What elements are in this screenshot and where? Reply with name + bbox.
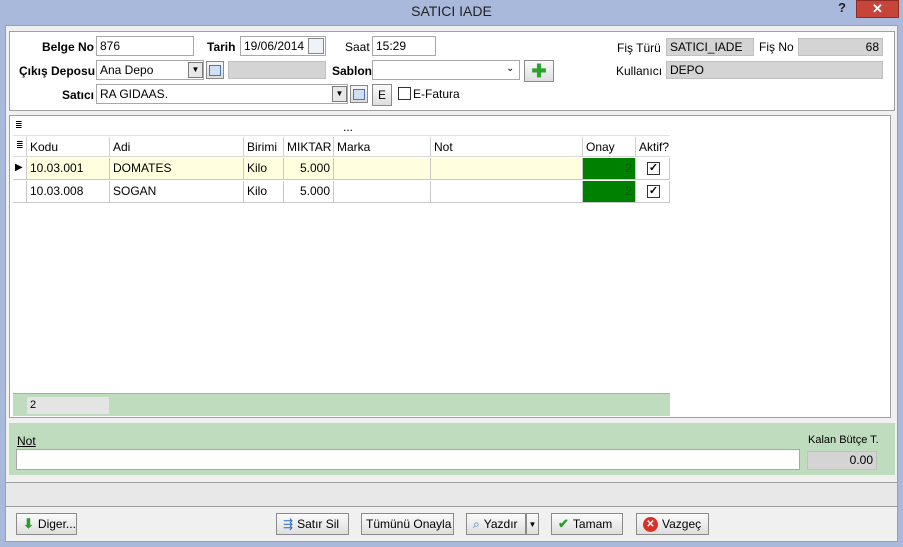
- print-preview-icon: ⌕: [473, 516, 480, 531]
- grid-footer: 2: [13, 393, 670, 416]
- kullanici-label: Kullanıcı: [616, 64, 663, 78]
- cell-onay[interactable]: 2: [583, 158, 636, 180]
- cikis-deposu-label: Çıkış Deposu: [19, 64, 96, 78]
- table-row[interactable]: 10.03.008 SOGAN Kilo 5.000 2 ✓: [13, 181, 670, 203]
- satici-select[interactable]: RA GIDAAS.: [96, 84, 348, 104]
- cikis-deposu-name: [228, 61, 326, 79]
- saat-input[interactable]: 15:29: [372, 36, 436, 56]
- cell-birimi[interactable]: Kilo: [244, 158, 284, 180]
- cell-marka[interactable]: [334, 158, 431, 180]
- column-birimi[interactable]: Birimi: [244, 137, 284, 157]
- cikis-deposu-lookup-icon[interactable]: [206, 61, 224, 79]
- cell-aktif[interactable]: ✓: [636, 181, 670, 203]
- sablon-chevron-down-icon[interactable]: ⌄: [506, 63, 514, 74]
- add-sablon-button[interactable]: ✚: [524, 60, 554, 82]
- cell-onay[interactable]: 2: [583, 181, 636, 203]
- satici-label: Satıcı: [62, 88, 95, 102]
- row-indicator-icon: ▶: [13, 158, 27, 180]
- yazdir-button[interactable]: ⌕ Yazdır: [466, 513, 526, 535]
- efatura-label: E-Fatura: [413, 87, 460, 101]
- tamam-button[interactable]: ✔ Tamam: [551, 513, 623, 535]
- cikis-deposu-dropdown-icon[interactable]: ▼: [188, 62, 203, 78]
- column-miktar[interactable]: MIKTAR: [284, 137, 334, 157]
- vazgec-button-label: Vazgeç: [662, 517, 702, 531]
- satici-lookup-icon[interactable]: [350, 85, 368, 103]
- fis-turu-label: Fiş Türü: [617, 41, 661, 55]
- cell-kodu[interactable]: 10.03.001: [27, 158, 110, 180]
- not-input[interactable]: [16, 449, 800, 470]
- help-button[interactable]: ?: [838, 0, 846, 15]
- column-onay[interactable]: Onay: [583, 137, 636, 157]
- close-button[interactable]: ✕: [856, 0, 899, 18]
- fis-no-label: Fiş No: [759, 40, 794, 54]
- belge-no-label: Belge No: [42, 40, 95, 54]
- column-marka[interactable]: Marka: [334, 137, 431, 157]
- sablon-select[interactable]: [372, 60, 520, 80]
- cell-marka[interactable]: [334, 181, 431, 203]
- group-row-text: ...: [343, 120, 354, 134]
- diger-button-label: Diger...: [37, 517, 76, 531]
- saat-label: Saat: [345, 40, 370, 54]
- cell-aktif[interactable]: ✓: [636, 158, 670, 180]
- row-count: 2: [27, 397, 109, 414]
- status-strip: [5, 482, 898, 507]
- grid-header: ≣ Kodu Adi Birimi MIKTAR Marka Not Onay …: [13, 137, 670, 157]
- row-indicator: [13, 181, 27, 203]
- satir-sil-button[interactable]: ⇶ Satır Sil: [276, 513, 349, 535]
- cell-miktar[interactable]: 5.000: [284, 181, 334, 203]
- column-adi[interactable]: Adi: [110, 137, 244, 157]
- fis-no-value: 68: [798, 38, 883, 56]
- cell-not[interactable]: [431, 181, 583, 203]
- cancel-icon: ✕: [643, 516, 658, 532]
- cell-adi[interactable]: DOMATES: [110, 158, 244, 180]
- group-menu-icon[interactable]: ≣: [15, 120, 23, 131]
- group-row: ≣ ...: [13, 118, 670, 136]
- diger-button[interactable]: ⬇ Diger...: [16, 513, 77, 535]
- calendar-icon[interactable]: [308, 38, 324, 54]
- delete-row-icon: ⇶: [283, 517, 294, 531]
- cell-miktar[interactable]: 5.000: [284, 158, 334, 180]
- table-row[interactable]: ▶ 10.03.001 DOMATES Kilo 5.000 2 ✓: [13, 158, 670, 180]
- arrow-down-icon: ⬇: [23, 516, 34, 531]
- column-not[interactable]: Not: [431, 137, 583, 157]
- column-kodu[interactable]: Kodu: [27, 137, 110, 157]
- efatura-checkbox[interactable]: [398, 87, 411, 100]
- kalan-butce-value: 0.00: [807, 451, 877, 470]
- yazdir-button-label: Yazdır: [483, 517, 518, 531]
- column-chooser-icon[interactable]: ≣: [13, 137, 27, 157]
- kullanici-value: DEPO: [666, 61, 883, 79]
- fis-turu-value: SATICI_IADE: [666, 38, 754, 56]
- tumunu-onayla-button[interactable]: Tümünü Onayla: [361, 513, 454, 535]
- not-label: Not: [17, 434, 36, 448]
- aktif-checkbox[interactable]: ✓: [647, 185, 660, 198]
- cell-birimi[interactable]: Kilo: [244, 181, 284, 203]
- e-button[interactable]: E: [372, 84, 392, 106]
- tarih-label: Tarih: [207, 40, 236, 54]
- yazdir-dropdown-icon[interactable]: ▼: [526, 513, 539, 535]
- cell-adi[interactable]: SOGAN: [110, 181, 244, 203]
- kalan-butce-label: Kalan Bütçe T.: [808, 434, 879, 446]
- plus-icon: ✚: [531, 61, 547, 81]
- cell-kodu[interactable]: 10.03.008: [27, 181, 110, 203]
- satir-sil-button-label: Satır Sil: [297, 517, 340, 531]
- aktif-checkbox[interactable]: ✓: [647, 162, 660, 175]
- tamam-button-label: Tamam: [572, 517, 613, 531]
- vazgec-button[interactable]: ✕ Vazgeç: [636, 513, 709, 535]
- window-title: SATICI IADE: [411, 3, 492, 19]
- column-aktif[interactable]: Aktif?: [636, 137, 670, 157]
- belge-no-input[interactable]: 876: [96, 36, 194, 56]
- satici-dropdown-icon[interactable]: ▼: [332, 86, 347, 102]
- checkmark-icon: ✔: [558, 516, 569, 531]
- sablon-label: Sablon: [332, 64, 373, 78]
- cell-not[interactable]: [431, 158, 583, 180]
- tumunu-onayla-button-label: Tümünü Onayla: [366, 517, 452, 531]
